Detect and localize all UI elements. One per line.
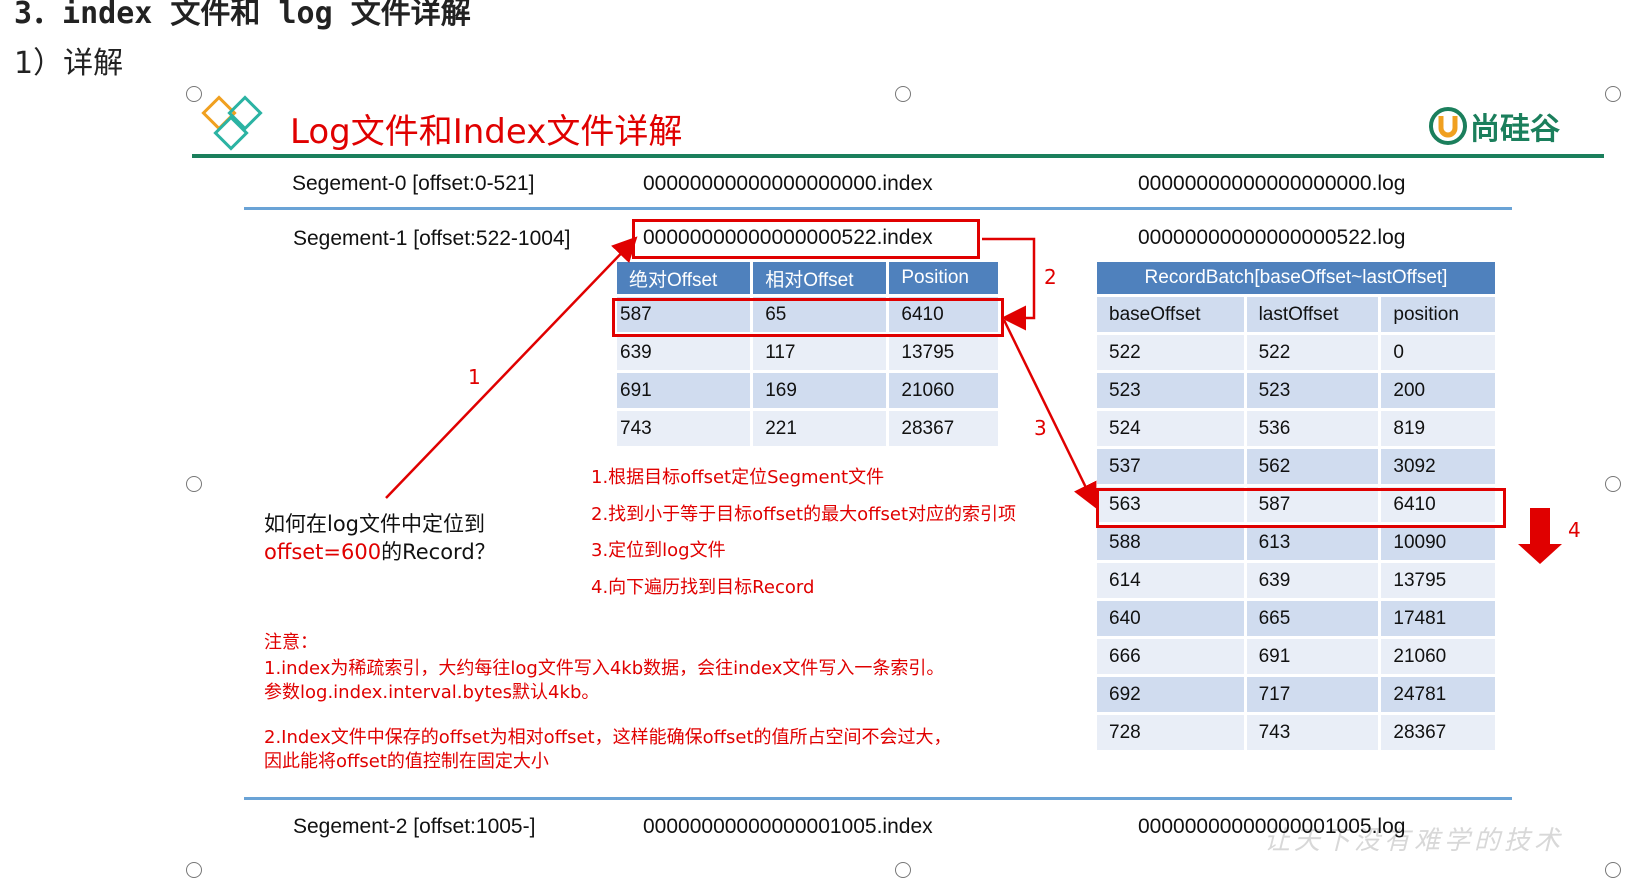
arrow-step-4-icon	[1518, 508, 1562, 564]
arrow-label-1: 1	[468, 365, 481, 389]
note-1-line-1: 1.index为稀疏索引，大约每往log文件写入4kb数据，会往index文件写…	[264, 658, 945, 679]
question-line-1: 如何在log文件中定位到	[264, 512, 486, 536]
segment-2-index-file: 00000000000000001005.index	[643, 815, 933, 838]
segment-2-log-file: 00000000000000001005.log	[1138, 815, 1406, 838]
note-2-line-1: 2.Index文件中保存的offset为相对offset，这样能确保offset…	[264, 727, 952, 748]
target-offset: offset=600	[264, 540, 382, 564]
arrow-step-1	[385, 236, 638, 499]
arrow-step-2	[982, 237, 1036, 331]
arrow-step-3	[1002, 319, 1097, 509]
note-2-line-2: 因此能将offset的值控制在固定大小	[264, 751, 549, 772]
notes-title: 注意：	[264, 632, 318, 653]
note-1-line-2: 参数log.index.interval.bytes默认4kb。	[264, 682, 600, 703]
arrow-label-3: 3	[1034, 416, 1047, 440]
step-4: 4.向下遍历找到目标Record	[591, 577, 815, 598]
step-3: 3.定位到log文件	[591, 540, 726, 561]
segment-2-label: Segement-2 [offset:1005-]	[293, 815, 536, 838]
arrow-label-4: 4	[1568, 518, 1581, 542]
segment-divider	[244, 797, 1512, 800]
arrow-label-2: 2	[1044, 265, 1057, 289]
step-2: 2.找到小于等于目标offset的最大offset对应的索引项	[591, 504, 1017, 525]
step-1: 1.根据目标offset定位Segment文件	[591, 467, 885, 488]
question-suffix: 的Record？	[381, 540, 496, 564]
question-line-2: offset=600的Record？	[264, 536, 496, 566]
